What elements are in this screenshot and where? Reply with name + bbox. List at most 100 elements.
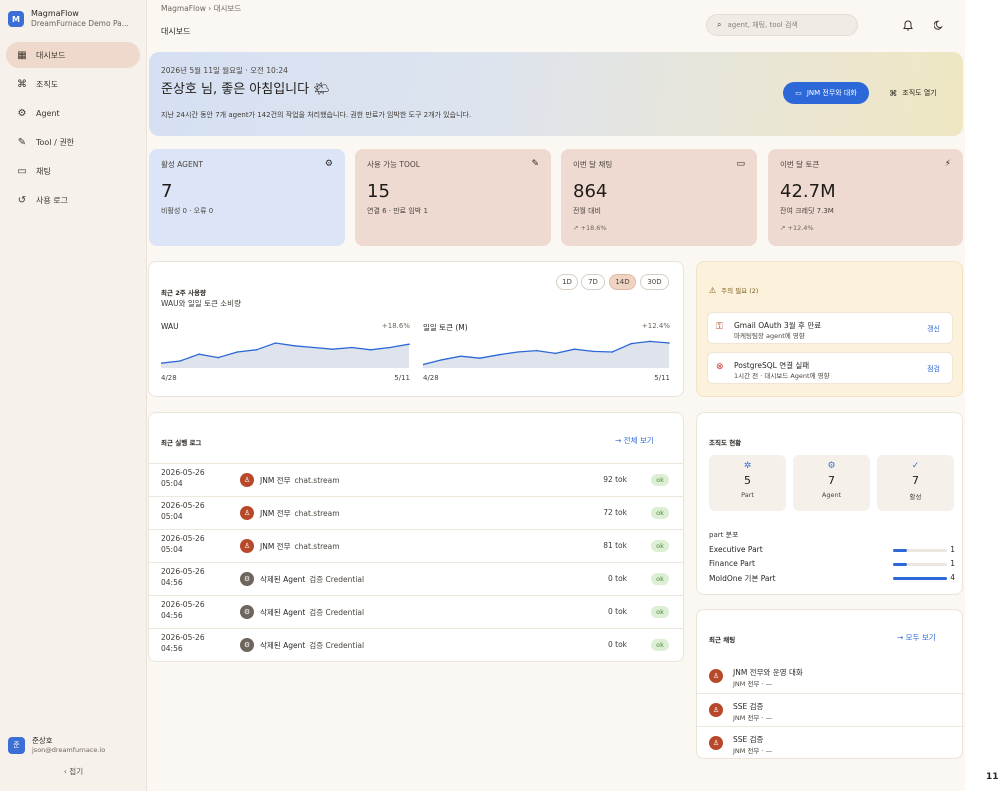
range-14d-button[interactable]: 14D [609,274,636,290]
org-stat-value: 7 [912,474,919,487]
chat-list-item[interactable]: ♙ SSE 검증 JNM 전무 · — [697,693,964,726]
log-method: 검증 Credential [309,608,365,617]
alert-item[interactable]: ⚿ Gmail OAuth 3월 후 만료 마케팅팀장 agent에 영향 갱신 [707,312,953,344]
log-method: chat.stream [294,542,340,551]
org-stat-agent[interactable]: ⚙ 7 Agent [793,455,870,511]
chat-with-jnm-button[interactable]: ▭ JNM 전무와 대화 [783,82,869,104]
org-stat-label: Agent [821,491,842,499]
bolt-icon: ⚡ [944,159,951,169]
log-date: 2026-05-26 [161,534,205,543]
alert-desc: 마케팅팀장 agent에 영향 [734,332,805,340]
log-time: 04:56 [161,643,183,653]
usage-subtitle: WAU와 일일 토큰 소비량 [161,299,241,308]
log-timestamp: 2026-05-26 04:56 [161,600,205,621]
table-row[interactable]: 2026-05-26 04:56 ⚙ 삭제된 Agent 검증 Credential 0 … [149,628,684,661]
log-agent: 삭제된 Agent 검증 Credential [260,607,364,618]
chart-point [592,350,595,353]
stat-value: 864 [573,181,608,202]
error-icon: ⊗ [716,362,724,372]
chart-point [274,342,277,344]
alert-action-button[interactable]: 점검 [927,364,940,374]
token-x-start: 4/28 [423,374,439,382]
sidebar-item-0[interactable]: ▦ 대시보드 [6,42,140,68]
stat-card[interactable]: 이번 달 토큰 ⚡ 42.7M 잔여 크레딧 7.3M ↗ +12.4% [768,149,963,246]
sidebar-item-5[interactable]: ↺ 사용 로그 [6,187,140,213]
open-org-chart-button[interactable]: ⌘ 조직도 열기 [877,82,949,104]
user-email: json@dreamfurnace.io [32,745,106,754]
chat-list-item[interactable]: ♙ SSE 검증 JNM 전무 · — [697,726,964,759]
search-box[interactable]: ⌕ [706,14,858,36]
app-window: M MagmaFlow DreamFurnace Demo Pa... ▦ 대시보… [0,0,965,791]
stat-sub: 비활성 0 · 오류 0 [161,207,214,215]
check-circle-icon: ✓ [911,461,920,471]
view-all-chats-link[interactable]: → 모두 보기 [897,632,936,643]
sidebar-item-4[interactable]: ▭ 채팅 [6,158,140,184]
user-profile[interactable]: 준 준상호 json@dreamfurnace.io [8,731,140,759]
chart-point [293,345,296,347]
theme-toggle-moon-icon[interactable] [931,17,947,33]
collapse-sidebar-button[interactable]: ‹ 접기 [0,766,147,777]
org-chart-icon: ⌘ [17,78,27,90]
chart-point [179,360,181,362]
chat-subtitle: JNM 전무 · — [733,714,773,722]
page-title: 대시보드 [161,27,191,36]
stat-card[interactable]: 사용 가능 TOOL ✎ 15 연결 6 · 만료 임박 1 [355,149,551,246]
table-row[interactable]: 2026-05-26 05:04 ♙ JNM 전무 chat.stream 92 tok o… [149,463,684,496]
alert-desc: 1시간 전 · 대시보드 Agent에 영향 [734,372,830,380]
search-input[interactable] [727,21,848,29]
log-date: 2026-05-26 [161,468,205,477]
workspace-switcher[interactable]: M MagmaFlow DreamFurnace Demo Pa... [8,6,143,32]
sidebar-item-2[interactable]: ⚙ Agent [6,100,140,126]
workspace-name: DreamFurnace Demo Pa... [31,19,129,29]
log-tokens: 81 tok [603,541,627,550]
stat-label: 이번 달 채팅 [573,160,613,169]
log-time: 04:56 [161,577,183,587]
table-row[interactable]: 2026-05-26 05:04 ♙ JNM 전무 chat.stream 81 tok o… [149,529,684,562]
table-row[interactable]: 2026-05-26 04:56 ⚙ 삭제된 Agent 검증 Credential 0 … [149,562,684,595]
alert-item[interactable]: ⊗ PostgreSQL 연결 실패 1시간 전 · 대시보드 Agent에 영향 점… [707,352,953,384]
log-tokens: 72 tok [603,508,627,517]
alert-action-button[interactable]: 갱신 [927,324,940,334]
log-time: 05:04 [161,478,183,488]
view-all-logs-link[interactable]: → 전체 보기 [615,435,654,446]
dashboard-icon: ▦ [17,49,27,61]
breadcrumb[interactable]: MagmaFlow › 대시보드 [161,3,241,14]
chat-list-item[interactable]: ♙ JNM 전무와 운영 대화 JNM 전무 · — [697,660,964,693]
tool-icon: ✎ [531,159,539,169]
page-number: 11 [986,772,999,782]
part-name: Executive Part [709,545,763,554]
stat-trend: ↗ +18.6% [573,224,607,232]
org-stat-활성[interactable]: ✓ 7 활성 [877,455,954,511]
chart-point [312,346,315,349]
log-date: 2026-05-26 [161,501,205,510]
agent-name: JNM 전무 [260,509,291,518]
agent-name: 삭제된 Agent [260,575,306,584]
stat-card[interactable]: 이번 달 채팅 ▭ 864 전월 대비 ↗ +18.6% [561,149,757,246]
log-timestamp: 2026-05-26 05:04 [161,534,205,555]
range-1d-button[interactable]: 1D [556,274,578,290]
range-30d-button[interactable]: 30D [640,274,669,290]
chart-point [370,349,372,351]
stat-label: 사용 가능 TOOL [367,160,420,169]
agent-avatar-icon: ♙ [240,473,254,487]
notification-bell-icon[interactable] [900,17,916,33]
org-stat-part[interactable]: ✲ 5 Part [709,455,786,511]
log-tokens: 0 tok [607,640,627,649]
part-distribution-row: Executive Part 1 [709,545,955,557]
sidebar-item-1[interactable]: ⌘ 조직도 [6,71,140,97]
range-7d-button[interactable]: 7D [581,274,605,290]
banner-summary: 지난 24시간 동안 7개 agent가 142건의 작업을 처리했습니다. 권… [161,111,472,119]
org-stat-value: 7 [828,474,835,487]
agent-avatar-icon: ♙ [240,539,254,553]
log-date: 2026-05-26 [161,600,205,609]
log-tokens: 92 tok [603,475,627,484]
table-row[interactable]: 2026-05-26 05:04 ♙ JNM 전무 chat.stream 72 tok o… [149,496,684,529]
sidebar-item-3[interactable]: ✎ Tool / 권한 [6,129,140,155]
stat-card[interactable]: 활성 AGENT ⚙ 7 비활성 0 · 오류 0 [149,149,345,246]
token-chart-label: 일일 토큰 (M) [423,323,468,332]
agent-avatar-icon: ⚙ [240,638,254,652]
table-row[interactable]: 2026-05-26 04:56 ⚙ 삭제된 Agent 검증 Credential 0 … [149,595,684,628]
chart-point [630,342,632,345]
token-change: +12.4% [641,322,670,330]
log-timestamp: 2026-05-26 05:04 [161,501,205,522]
